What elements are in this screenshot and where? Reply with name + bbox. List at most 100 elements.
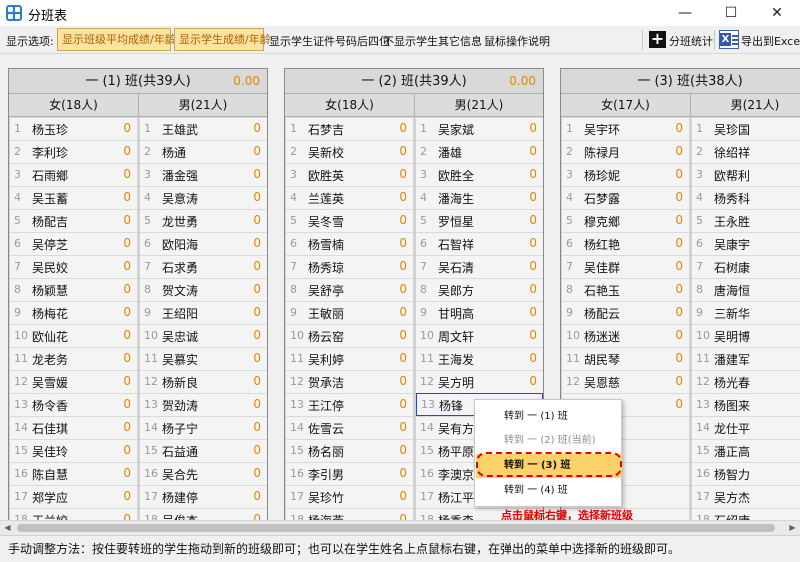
- student-row[interactable]: 16 李引男 0: [286, 462, 413, 485]
- student-row[interactable]: 5 吴冬雪 0: [286, 209, 413, 232]
- horizontal-scrollbar[interactable]: ◀ ▶: [0, 520, 800, 535]
- student-row[interactable]: 3 欧胜英 0: [286, 163, 413, 186]
- student-row[interactable]: 10吴明博0: [692, 324, 800, 347]
- student-row[interactable]: 4 石梦露 0: [562, 186, 689, 209]
- student-row[interactable]: 8 石艳玉 0: [562, 278, 689, 301]
- student-row[interactable]: 9 王绍阳 0: [140, 301, 267, 324]
- show-id-last4-toggle[interactable]: 显示学生证件号码后四位: [269, 33, 390, 49]
- student-row[interactable]: 9 甘明高 0: [416, 301, 543, 324]
- student-row[interactable]: 6吴康宇0: [692, 232, 800, 255]
- scroll-right-arrow-icon[interactable]: ▶: [785, 521, 800, 535]
- hide-other-info-toggle[interactable]: 不显示学生其它信息: [383, 33, 482, 49]
- student-row[interactable]: 6 石智祥 0: [416, 232, 543, 255]
- student-row[interactable]: 13杨图来0: [692, 393, 800, 416]
- student-row[interactable]: 2 杨通 0: [140, 140, 267, 163]
- student-row[interactable]: 12 吴雪媛 0: [10, 370, 137, 393]
- student-row[interactable]: 10 杨云窑 0: [286, 324, 413, 347]
- student-row[interactable]: 11 吴慕实 0: [140, 347, 267, 370]
- export-excel-button[interactable]: 导出到Excel: [741, 33, 800, 49]
- plus-icon[interactable]: +: [649, 31, 666, 48]
- student-row[interactable]: 13 杨令香 0: [10, 393, 137, 416]
- student-row[interactable]: 2徐绍祥0: [692, 140, 800, 163]
- student-row[interactable]: 5王永胜0: [692, 209, 800, 232]
- student-row[interactable]: 9 杨配云 0: [562, 301, 689, 324]
- student-row[interactable]: 15 杨名丽 0: [286, 439, 413, 462]
- student-row[interactable]: 7 吴石清 0: [416, 255, 543, 278]
- close-button[interactable]: ✕: [754, 0, 800, 26]
- student-row[interactable]: 1吴珍国0: [692, 117, 800, 140]
- student-row[interactable]: 2 李利珍 0: [10, 140, 137, 163]
- student-row[interactable]: 16 陈自慧 0: [10, 462, 137, 485]
- minimize-button[interactable]: —: [662, 0, 708, 26]
- student-row[interactable]: 7石树康0: [692, 255, 800, 278]
- student-row[interactable]: 2 陈禄月 0: [562, 140, 689, 163]
- student-row[interactable]: 5 穆克鄉 0: [562, 209, 689, 232]
- student-row[interactable]: 2 吴新校 0: [286, 140, 413, 163]
- scroll-left-arrow-icon[interactable]: ◀: [0, 521, 15, 535]
- student-row[interactable]: 3 潘金强 0: [140, 163, 267, 186]
- student-row[interactable]: 14 石佳琪 0: [10, 416, 137, 439]
- mouse-help-button[interactable]: 鼠标操作说明: [484, 33, 550, 49]
- student-row[interactable]: 6 吴停芝 0: [10, 232, 137, 255]
- show-student-score-toggle[interactable]: 显示学生成绩/年龄: [174, 28, 271, 51]
- student-row[interactable]: 3 石雨鄉 0: [10, 163, 137, 186]
- student-row[interactable]: 14 佐雪云 0: [286, 416, 413, 439]
- student-row[interactable]: 8 杨颖慧 0: [10, 278, 137, 301]
- student-row[interactable]: 1 石梦吉 0: [286, 117, 413, 140]
- student-row[interactable]: 11 吴利婷 0: [286, 347, 413, 370]
- student-row[interactable]: 10 周文轩 0: [416, 324, 543, 347]
- student-row[interactable]: 15 石益通 0: [140, 439, 267, 462]
- student-row[interactable]: 8唐海恒0: [692, 278, 800, 301]
- student-row[interactable]: 9 王敏丽 0: [286, 301, 413, 324]
- context-menu-item[interactable]: 转到 一 (1) 班: [476, 405, 622, 429]
- student-row[interactable]: 6 欧阳海 0: [140, 232, 267, 255]
- student-row[interactable]: 17吴方杰0: [692, 485, 800, 508]
- student-row[interactable]: 7 吴民姣 0: [10, 255, 137, 278]
- student-row[interactable]: 11潘建军0: [692, 347, 800, 370]
- student-row[interactable]: 16杨智力0: [692, 462, 800, 485]
- student-row[interactable]: 7 石求勇 0: [140, 255, 267, 278]
- student-row[interactable]: 12 贺承洁 0: [286, 370, 413, 393]
- student-row[interactable]: 3 杨珍妮 0: [562, 163, 689, 186]
- student-row[interactable]: 13 王江停 0: [286, 393, 413, 416]
- student-row[interactable]: 4 兰莲英 0: [286, 186, 413, 209]
- student-row[interactable]: 10 吴忠诚 0: [140, 324, 267, 347]
- student-row[interactable]: 16 吴合先 0: [140, 462, 267, 485]
- student-row[interactable]: 8 吴郎方 0: [416, 278, 543, 301]
- student-row[interactable]: 8 贺文涛 0: [140, 278, 267, 301]
- student-row[interactable]: 1 王雄武 0: [140, 117, 267, 140]
- excel-icon[interactable]: X: [719, 30, 739, 49]
- student-row[interactable]: 4 潘海生 0: [416, 186, 543, 209]
- student-row[interactable]: 4杨秀科0: [692, 186, 800, 209]
- student-row[interactable]: 2 潘雄 0: [416, 140, 543, 163]
- student-row[interactable]: 12 杨新良 0: [140, 370, 267, 393]
- student-row[interactable]: 15潘正高0: [692, 439, 800, 462]
- student-row[interactable]: 12 吴恩慈 0: [562, 370, 689, 393]
- student-row[interactable]: 17 杨建停 0: [140, 485, 267, 508]
- student-row[interactable]: 6 杨雪楠 0: [286, 232, 413, 255]
- student-row[interactable]: 10 杨迷迷 0: [562, 324, 689, 347]
- student-row[interactable]: 6 杨红艳 0: [562, 232, 689, 255]
- student-row[interactable]: 7 吴佳群 0: [562, 255, 689, 278]
- student-row[interactable]: 3 欧胜全 0: [416, 163, 543, 186]
- student-row[interactable]: 3欧帮利0: [692, 163, 800, 186]
- student-row[interactable]: 4 吴玉蓄 0: [10, 186, 137, 209]
- student-row[interactable]: 1 吴宇环 0: [562, 117, 689, 140]
- student-row[interactable]: 11 龙老务 0: [10, 347, 137, 370]
- student-row[interactable]: 11 王海发 0: [416, 347, 543, 370]
- student-row[interactable]: 14 杨子宁 0: [140, 416, 267, 439]
- student-row[interactable]: 10 欧仙花 0: [10, 324, 137, 347]
- context-menu-item[interactable]: 转到 一 (4) 班: [476, 479, 622, 503]
- student-row[interactable]: 4 吴意涛 0: [140, 186, 267, 209]
- student-row[interactable]: 5 杨配吉 0: [10, 209, 137, 232]
- show-class-avg-toggle[interactable]: 显示班级平均成绩/年龄: [57, 28, 176, 51]
- student-row[interactable]: 13 贺劲涛 0: [140, 393, 267, 416]
- student-row[interactable]: 1 杨玉珍 0: [10, 117, 137, 140]
- student-row[interactable]: 15 吴佳玲 0: [10, 439, 137, 462]
- student-row[interactable]: 12杨光春0: [692, 370, 800, 393]
- student-row[interactable]: 12 吴方明 0: [416, 370, 543, 393]
- student-row[interactable]: 1 吴家斌 0: [416, 117, 543, 140]
- student-row[interactable]: 5 罗恒星 0: [416, 209, 543, 232]
- context-menu-item[interactable]: 转到 一 (2) 班(当前): [476, 429, 622, 453]
- student-row[interactable]: 9三新华0: [692, 301, 800, 324]
